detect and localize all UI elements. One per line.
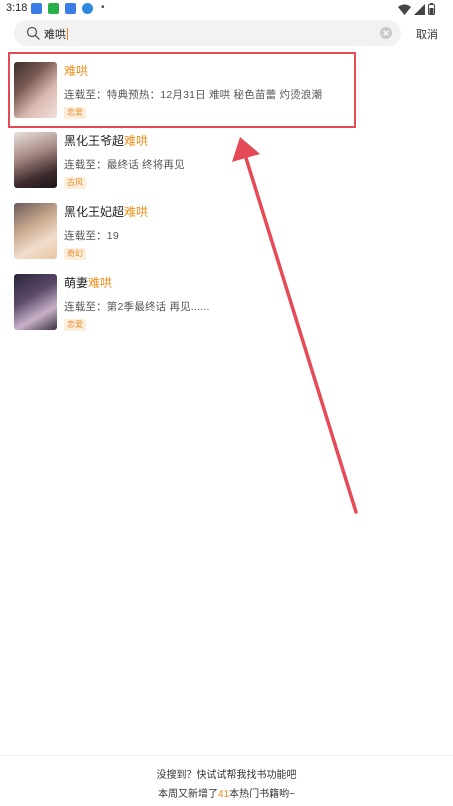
signal-icon [414,3,425,15]
search-icon [26,26,40,40]
app-icon-3 [65,3,76,14]
update-text: 连载至：最终话 终将再见 [64,159,185,171]
genre-tag: 恋爱 [64,319,86,331]
status-bar: 3:18 • [0,0,453,18]
footer-line1: 没搜到？快试试帮我找书功能吧 [156,770,297,781]
genre-tag: 古风 [64,177,86,189]
result-title: 萌妻难哄 [64,276,113,290]
new-books-count: 41 [218,789,230,800]
comic-cover [14,274,57,330]
footer-line2: 本周又新增了41本热门书籍哟~ [158,789,295,800]
result-item[interactable]: 黑化王爷超难哄 连载至：最终话 终将再见 古风 [0,132,453,200]
result-title: 黑化王爷超难哄 [64,134,149,148]
app-icon-1 [31,3,42,14]
result-title: 黑化王妃超难哄 [64,205,149,219]
update-text: 连载至：19 [64,230,119,242]
annotation-highlight-box [8,52,356,128]
search-input[interactable]: 难哄 [44,26,68,42]
search-query: 难哄 [44,29,66,41]
clear-icon[interactable] [379,26,393,40]
comic-cover [14,203,57,259]
battery-icon [428,3,435,15]
result-item[interactable]: 萌妻难哄 连载至：第2季最终话 再见...... 恋爱 [0,274,453,342]
result-item[interactable]: 黑化王妃超难哄 连载至：19 奇幻 [0,203,453,271]
comic-cover [14,132,57,188]
text-caret [67,28,68,40]
update-text: 连载至：第2季最终话 再见...... [64,301,210,313]
app-icon-2 [48,3,59,14]
wifi-icon [398,4,411,15]
notification-dot: • [101,2,105,13]
download-icon [82,3,93,14]
genre-tag: 奇幻 [64,248,86,260]
status-time: 3:18 [6,2,28,14]
search-bar[interactable]: 难哄 [14,20,401,46]
cancel-button[interactable]: 取消 [416,26,438,42]
footer-hint[interactable]: 没搜到？快试试帮我找书功能吧 本周又新增了41本热门书籍哟~ [0,755,453,806]
status-indicators [398,3,435,15]
